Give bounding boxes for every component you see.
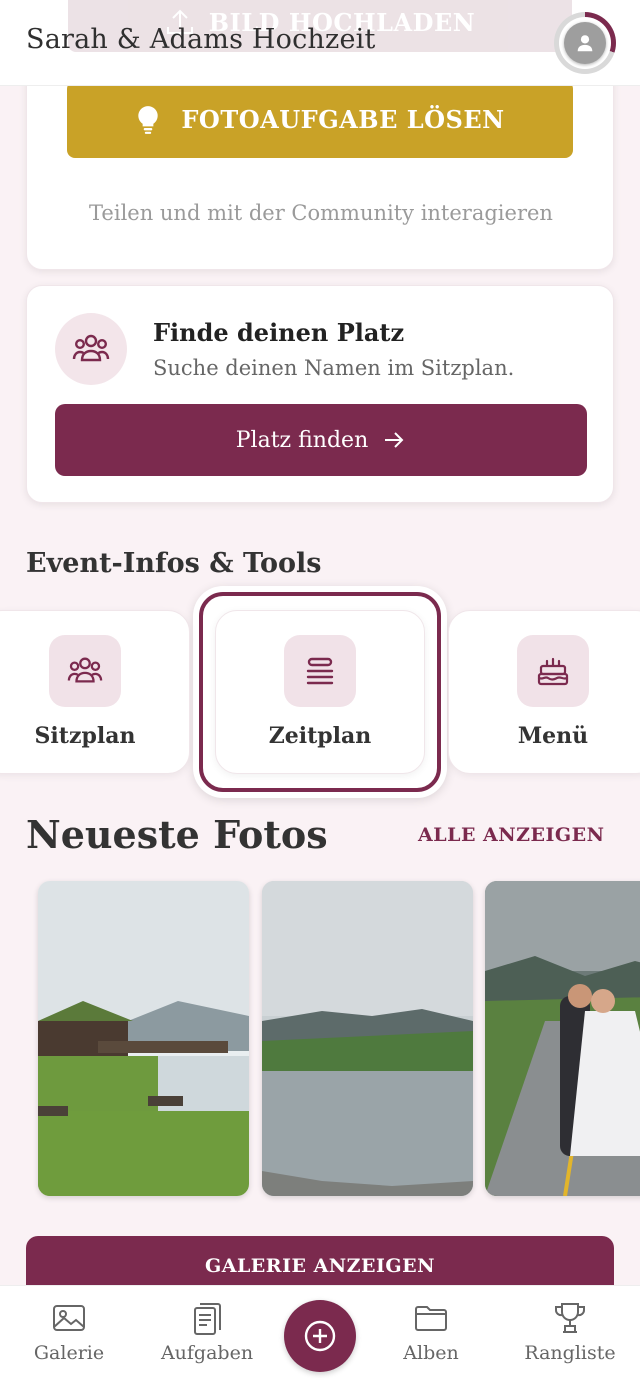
nav-item-aufgaben[interactable]: Aufgaben: [152, 1300, 262, 1364]
nav-item-galerie[interactable]: Galerie: [14, 1300, 124, 1364]
arrow-right-icon: [385, 432, 404, 448]
find-seat-card: Finde deinen Platz Suche deinen Namen im…: [26, 285, 614, 503]
solve-photo-task-button[interactable]: FOTOAUFGABE LÖSEN: [67, 81, 573, 158]
find-seat-subtitle: Suche deinen Namen im Sitzplan.: [153, 356, 515, 380]
photo-thumbnail[interactable]: [485, 881, 640, 1196]
clipboard-icon: [194, 1303, 221, 1335]
lightbulb-icon: [138, 105, 159, 134]
image-icon: [53, 1305, 85, 1331]
avatar[interactable]: [564, 22, 606, 64]
cake-icon: [517, 635, 589, 707]
find-seat-button[interactable]: Platz finden: [55, 404, 587, 476]
add-button[interactable]: [284, 1300, 356, 1372]
plus-circle-icon: [304, 1320, 336, 1352]
app-header: BILD HOCHLADEN Sarah & Adams Hochzeit: [0, 0, 640, 86]
nav-item-alben[interactable]: Alben: [376, 1300, 486, 1364]
find-seat-button-label: Platz finden: [235, 427, 369, 453]
find-seat-title: Finde deinen Platz: [153, 318, 405, 347]
show-all-link[interactable]: ALLE ANZEIGEN: [418, 824, 604, 846]
tool-label: Menü: [517, 723, 589, 749]
tool-sitzplan[interactable]: Sitzplan: [0, 610, 190, 774]
trophy-icon: [555, 1303, 585, 1333]
nav-label: Aufgaben: [160, 1342, 254, 1364]
tools-section-title: Event-Infos & Tools: [26, 548, 322, 579]
nav-label: Alben: [403, 1342, 459, 1364]
main-scroll[interactable]: FOTOAUFGABE LÖSEN Teilen und mit der Com…: [0, 0, 640, 1385]
event-title: Sarah & Adams Hochzeit: [26, 24, 376, 55]
task-subtitle: Teilen und mit der Community interagiere…: [89, 201, 553, 225]
tool-zeitplan[interactable]: Zeitplan: [215, 610, 425, 774]
tool-label: Zeitplan: [268, 723, 372, 749]
profile-progress-ring[interactable]: [554, 12, 616, 74]
latest-photos-title: Neueste Fotos: [26, 812, 328, 857]
nav-label: Galerie: [33, 1342, 105, 1364]
folder-icon: [415, 1306, 447, 1331]
nav-item-rangliste[interactable]: Rangliste: [515, 1300, 625, 1364]
tool-label: Sitzplan: [34, 723, 136, 749]
user-icon: [577, 35, 593, 52]
users-icon: [55, 313, 127, 385]
solve-photo-task-label: FOTOAUFGABE LÖSEN: [181, 105, 505, 134]
users-icon: [49, 635, 121, 707]
photo-thumbnail[interactable]: [262, 881, 473, 1196]
photo-thumbnail[interactable]: [38, 881, 249, 1196]
nav-label: Rangliste: [524, 1342, 616, 1364]
list-icon: [284, 635, 356, 707]
tool-menu[interactable]: Menü: [448, 610, 640, 774]
